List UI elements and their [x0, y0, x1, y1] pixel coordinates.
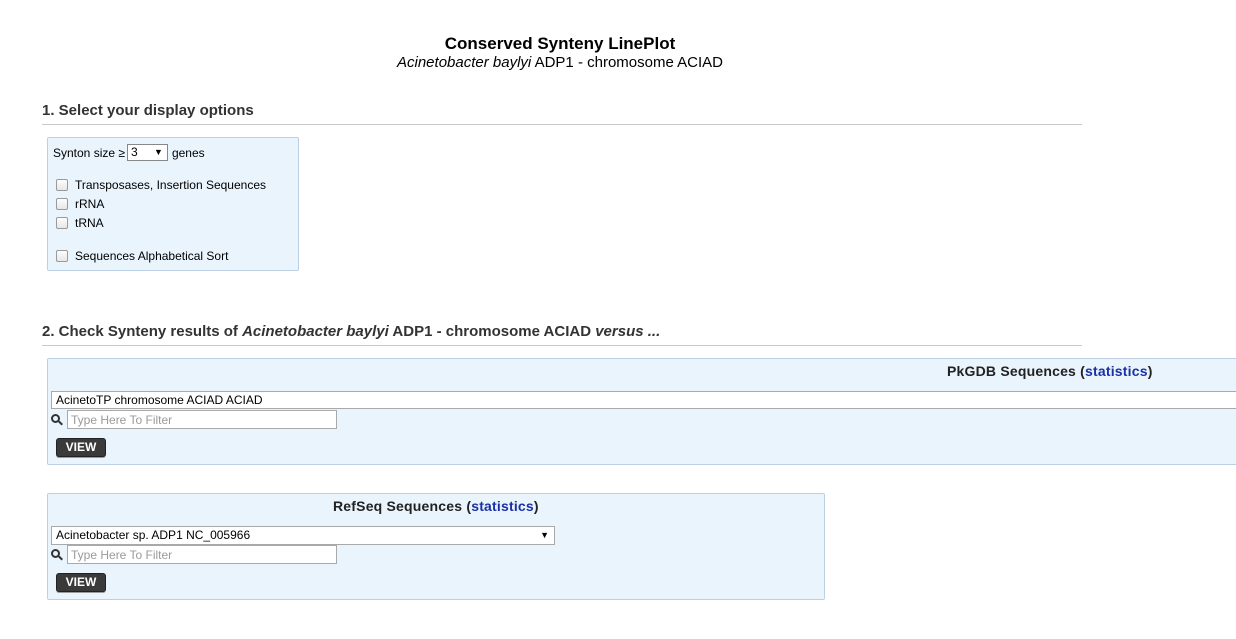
pkgdb-statistics-link[interactable]: statistics: [1085, 363, 1148, 379]
search-icon: [51, 548, 63, 561]
synton-unit-label: genes: [171, 145, 205, 160]
pkgdb-sequences-panel: PkGDB Sequences (statistics) AcinetoTP c…: [47, 358, 1236, 465]
subtitle-rest: ADP1 - chromosome ACIAD: [531, 54, 723, 71]
refseq-panel-title: RefSeq Sequences (statistics): [333, 498, 539, 514]
page-title: Conserved Synteny LinePlot: [444, 34, 676, 53]
refseq-selected-value: Acinetobacter sp. ADP1 NC_005966: [56, 528, 251, 542]
option-transposases[interactable]: Transposases, Insertion Sequences: [56, 178, 266, 192]
page-subtitle: Acinetobacter baylyi ADP1 - chromosome A…: [0, 54, 1120, 72]
checkbox-label: rRNA: [75, 197, 105, 211]
section-display-options-heading: 1. Select your display options: [42, 102, 1082, 125]
checkbox-label: Transposases, Insertion Sequences: [75, 178, 266, 192]
refseq-sequence-select[interactable]: Acinetobacter sp. ADP1 NC_005966 ▼: [51, 526, 555, 545]
pkgdb-sequence-option[interactable]: AcinetoTP chromosome ACIAD ACIAD: [56, 393, 263, 407]
page-header: Conserved Synteny LinePlot Acinetobacter…: [0, 34, 1120, 72]
pkgdb-panel-title: PkGDB Sequences (statistics): [947, 363, 1153, 379]
refseq-title-end: ): [533, 498, 539, 514]
synton-size-row: Synton size ≥ 3 ▼ genes: [53, 144, 205, 161]
option-rrna[interactable]: rRNA: [56, 197, 104, 211]
heading-versus: versus ...: [595, 323, 661, 340]
section-synteny-results-heading: 2. Check Synteny results of Acinetobacte…: [42, 323, 1082, 346]
refseq-title-text: RefSeq Sequences (: [333, 498, 472, 514]
option-trna[interactable]: tRNA: [56, 216, 104, 230]
caret-down-icon: ▼: [154, 147, 163, 157]
synton-size-select[interactable]: 3 ▼: [126, 144, 168, 161]
option-alpha-sort[interactable]: Sequences Alphabetical Sort: [56, 249, 228, 263]
refseq-filter-input[interactable]: [67, 545, 337, 564]
checkbox-alpha-sort[interactable]: [56, 250, 68, 262]
subtitle-organism: Acinetobacter baylyi: [397, 54, 532, 71]
checkbox-trna[interactable]: [56, 217, 68, 229]
refseq-filter-row: [51, 545, 337, 564]
pkgdb-filter-input[interactable]: [67, 410, 337, 429]
pkgdb-sequence-list[interactable]: AcinetoTP chromosome ACIAD ACIAD: [51, 391, 1236, 409]
heading-organism: Acinetobacter baylyi: [242, 323, 389, 340]
checkbox-transposases[interactable]: [56, 179, 68, 191]
caret-down-icon: ▼: [540, 530, 549, 540]
checkbox-label: Sequences Alphabetical Sort: [75, 249, 229, 263]
refseq-view-button[interactable]: VIEW: [56, 573, 106, 592]
heading-middle: ADP1 - chromosome ACIAD: [388, 323, 596, 340]
heading-prefix: 2. Check Synteny results of: [42, 323, 243, 340]
display-options-box: Synton size ≥ 3 ▼ genes Transposases, In…: [47, 137, 299, 271]
pkgdb-filter-row: [51, 410, 337, 429]
pkgdb-title-text: PkGDB Sequences (: [947, 363, 1085, 379]
search-icon: [51, 413, 63, 426]
refseq-sequences-panel: RefSeq Sequences (statistics) Acinetobac…: [47, 493, 825, 600]
refseq-statistics-link[interactable]: statistics: [471, 498, 534, 514]
pkgdb-title-end: ): [1147, 363, 1153, 379]
synton-size-label: Synton size ≥: [53, 145, 125, 160]
checkbox-rrna[interactable]: [56, 198, 68, 210]
pkgdb-view-button[interactable]: VIEW: [56, 438, 106, 457]
synton-size-value: 3: [130, 145, 138, 159]
checkbox-label: tRNA: [75, 216, 104, 230]
